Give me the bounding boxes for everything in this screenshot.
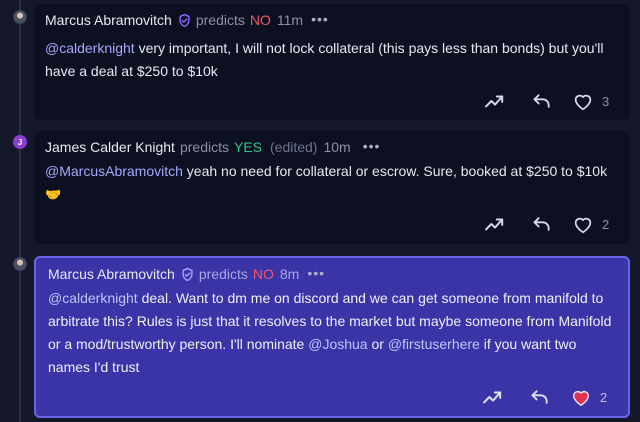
handshake-emoji: 🤝 [45,187,62,202]
outcome-badge: YES [233,139,262,155]
comment-header: Marcus Abramovitch predicts NO 8m ••• [48,265,325,283]
reply-arrow-icon [531,390,548,404]
predicts-label: predicts [179,139,229,155]
like-count: 2 [600,389,608,405]
more-options-button[interactable]: ••• [363,138,381,154]
comment: Marcus Abramovitch predicts NO 8m ••• @c… [0,252,640,422]
edited-label: (edited) [270,139,318,155]
mention-link[interactable]: @calderknight [45,40,135,56]
repost-button[interactable] [482,388,504,406]
predicts-label: predicts [198,266,248,282]
heart-icon [574,94,592,110]
avatar[interactable] [13,257,27,271]
comment: Marcus Abramovitch predicts NO 11m ••• @… [0,0,640,122]
timestamp[interactable]: 10m [323,139,350,155]
like-count: 3 [602,93,610,109]
reply-button[interactable] [530,388,550,406]
like-button[interactable] [572,215,594,234]
trending-up-icon [483,391,502,404]
outcome-badge: NO [249,12,271,28]
repost-button[interactable] [484,215,506,233]
trending-up-icon [485,218,504,231]
comment-body: @MarcusAbramovitch yeah no need for coll… [45,160,616,206]
timestamp[interactable]: 11m [277,12,303,28]
comment-text: or [367,336,388,352]
comment-card-highlighted: Marcus Abramovitch predicts NO 8m ••• @c… [34,256,630,418]
repost-button[interactable] [484,92,506,110]
comment-actions: 2 [484,213,610,235]
comment-body: @calderknight very important, I will not… [45,37,616,83]
more-options-button[interactable]: ••• [311,11,329,27]
author-name[interactable]: Marcus Abramovitch [45,12,172,28]
mention-link[interactable]: @Joshua [308,336,367,352]
reply-button[interactable] [532,215,552,233]
comment-body: @calderknight deal. Want to dm me on dis… [48,287,614,379]
comment-actions: 2 [482,386,608,408]
trending-up-icon [485,95,504,108]
like-count: 2 [602,216,610,232]
like-button[interactable] [570,388,592,407]
author-name[interactable]: James Calder Knight [45,139,175,155]
predicts-label: predicts [195,12,245,28]
comment-card: Marcus Abramovitch predicts NO 11m ••• @… [34,4,630,120]
comment: J James Calder Knight predicts YES (edit… [0,127,640,247]
heart-icon [572,390,590,406]
comment-header: James Calder Knight predicts YES (edited… [45,138,380,156]
more-options-button[interactable]: ••• [307,265,325,281]
timestamp[interactable]: 8m [280,266,299,282]
mention-link[interactable]: @MarcusAbramovitch [45,163,183,179]
heart-icon [574,217,592,233]
outcome-badge: NO [252,266,274,282]
reply-arrow-icon [533,217,550,231]
comment-actions: 3 [484,90,610,112]
comment-header: Marcus Abramovitch predicts NO 11m ••• [45,11,329,29]
comment-card: James Calder Knight predicts YES (edited… [34,131,630,244]
comment-text: yeah no need for collateral or escrow. S… [182,163,608,179]
author-name[interactable]: Marcus Abramovitch [48,266,175,282]
avatar[interactable]: J [13,135,27,149]
mention-link[interactable]: @firstuserhere [388,336,480,352]
avatar[interactable] [13,10,27,24]
reply-button[interactable] [532,92,552,110]
shield-check-icon [180,267,195,282]
mention-link[interactable]: @calderknight [48,290,138,306]
like-button[interactable] [572,92,594,111]
shield-check-icon [177,13,192,28]
reply-arrow-icon [533,94,550,108]
